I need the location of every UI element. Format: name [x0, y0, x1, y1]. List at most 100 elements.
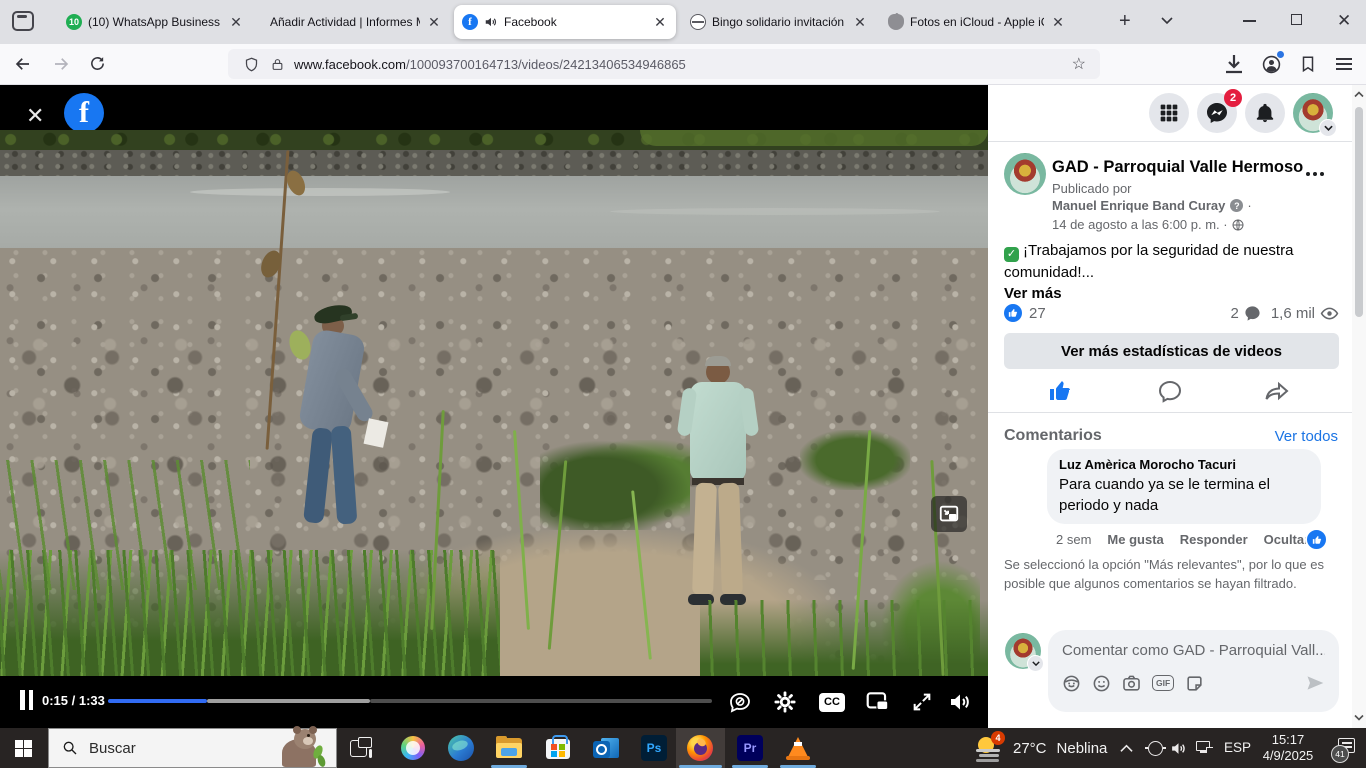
- video-stats-button[interactable]: Ver más estadísticas de videos: [1004, 333, 1339, 369]
- tab-close-icon[interactable]: ✕: [228, 14, 244, 31]
- fullscreen-icon[interactable]: [908, 688, 936, 716]
- tab-informes[interactable]: Añadir Actividad | Informes Mens ✕: [256, 5, 450, 39]
- forward-icon[interactable]: [52, 55, 70, 73]
- volume-tray-icon[interactable]: [1170, 740, 1187, 757]
- comment-composer[interactable]: Comentar como GAD - Parroquial Vall... G…: [1048, 630, 1339, 712]
- pip-icon[interactable]: [864, 688, 892, 716]
- back-icon[interactable]: [14, 55, 32, 73]
- notification-center-icon[interactable]: 41: [1333, 738, 1355, 758]
- window-maximize-button[interactable]: [1291, 14, 1302, 25]
- composer-avatar[interactable]: [1005, 633, 1041, 669]
- post-date[interactable]: 14 de agosto a las 6:00 p. m. ·: [1052, 217, 1228, 232]
- page-name[interactable]: GAD - Parroquial Valle Hermoso: [1052, 158, 1303, 177]
- pause-button[interactable]: [20, 690, 34, 710]
- gif-icon[interactable]: GIF: [1152, 675, 1174, 691]
- scrollbar-thumb[interactable]: [1355, 107, 1363, 317]
- comment-hide-link[interactable]: Ocultar: [1264, 532, 1310, 547]
- facebook-logo[interactable]: f: [64, 93, 104, 133]
- see-all-comments-link[interactable]: Ver todos: [1275, 428, 1338, 445]
- comment-reply-link[interactable]: Responder: [1180, 532, 1248, 547]
- vlc-icon[interactable]: [785, 735, 811, 761]
- tab-close-icon[interactable]: ✕: [426, 14, 442, 31]
- volume-icon[interactable]: [946, 688, 974, 716]
- tab-close-icon[interactable]: ✕: [852, 14, 868, 31]
- firefox-icon[interactable]: [687, 735, 713, 761]
- comment-bubble[interactable]: Luz Amèrica Morocho Tacuri Para cuando y…: [1047, 449, 1321, 524]
- menu-hamburger-icon[interactable]: [1332, 52, 1356, 76]
- language-indicator[interactable]: ESP: [1224, 740, 1251, 755]
- page-scrollbar[interactable]: [1352, 85, 1366, 728]
- comments-disabled-icon[interactable]: [726, 688, 754, 716]
- tab-close-icon[interactable]: ✕: [652, 14, 668, 31]
- reload-icon[interactable]: [89, 55, 106, 72]
- settings-gear-icon[interactable]: [771, 688, 799, 716]
- window-minimize-button[interactable]: [1243, 20, 1256, 22]
- video-player[interactable]: ✕ f: [0, 85, 988, 728]
- new-tab-button[interactable]: +: [1119, 10, 1131, 33]
- comment-time[interactable]: 2 sem: [1056, 532, 1091, 547]
- copilot-icon[interactable]: [401, 736, 425, 760]
- firefox-view-icon[interactable]: [12, 11, 34, 31]
- progress-bar[interactable]: [108, 676, 712, 728]
- comment-action-button[interactable]: [1158, 379, 1182, 408]
- view-count[interactable]: 1,6 mil: [1271, 305, 1315, 322]
- apps-grid-button[interactable]: [1149, 93, 1189, 133]
- camera-icon[interactable]: [1122, 674, 1141, 693]
- outlook-icon[interactable]: [593, 735, 619, 761]
- tab-close-icon[interactable]: ✕: [1050, 14, 1066, 31]
- commenter-avatar[interactable]: [1005, 453, 1037, 485]
- like-reaction-icon[interactable]: [1004, 304, 1022, 322]
- taskbar-search[interactable]: Buscar: [48, 728, 337, 768]
- comment-count[interactable]: 2: [1230, 305, 1238, 322]
- shield-icon[interactable]: [244, 56, 259, 73]
- library-icon[interactable]: [1296, 52, 1320, 76]
- like-action-button[interactable]: [1048, 379, 1072, 408]
- url-bar[interactable]: www.facebook.com/100093700164713/videos/…: [228, 49, 1100, 79]
- start-button[interactable]: [15, 740, 32, 757]
- see-more-link[interactable]: Ver más: [1004, 283, 1334, 304]
- task-view-icon[interactable]: [350, 737, 372, 759]
- emoji-icon[interactable]: [1092, 674, 1111, 693]
- download-icon[interactable]: [1222, 52, 1246, 76]
- weather-widget[interactable]: 4 27°C Neblina: [975, 732, 1125, 764]
- like-count[interactable]: 27: [1029, 305, 1046, 322]
- tab-list-chevron-icon[interactable]: [1160, 16, 1174, 26]
- ms-store-icon[interactable]: [545, 735, 571, 761]
- commenter-name[interactable]: Luz Amèrica Morocho Tacuri: [1059, 457, 1309, 472]
- comment-like-badge[interactable]: [1305, 528, 1328, 551]
- bookmark-star-icon[interactable]: ☆: [1072, 54, 1086, 74]
- tab-audio-icon[interactable]: [484, 15, 498, 29]
- profile-avatar[interactable]: [1293, 93, 1333, 133]
- meet-now-icon[interactable]: [1148, 741, 1163, 756]
- comment-like-link[interactable]: Me gusta: [1107, 532, 1163, 547]
- page-avatar[interactable]: [1004, 153, 1046, 195]
- tab-whatsapp[interactable]: 10 (10) WhatsApp Business ✕: [58, 5, 252, 39]
- tab-facebook-active[interactable]: f Facebook ✕: [454, 5, 676, 39]
- file-explorer-icon[interactable]: [496, 735, 522, 761]
- tab-bingo[interactable]: Bingo solidario invitación ✕: [682, 5, 876, 39]
- post-more-button[interactable]: [1297, 156, 1333, 192]
- lock-icon[interactable]: [271, 57, 284, 72]
- avatar-sticker-icon[interactable]: [1062, 674, 1081, 693]
- edge-icon[interactable]: [448, 735, 474, 761]
- close-video-icon[interactable]: ✕: [26, 103, 44, 129]
- scroll-down-icon[interactable]: [1354, 714, 1364, 721]
- tab-icloud[interactable]: Fotos en iCloud - Apple iClou ✕: [880, 5, 1074, 39]
- account-icon[interactable]: [1259, 52, 1283, 76]
- photoshop-icon[interactable]: Ps: [641, 735, 667, 761]
- scroll-up-icon[interactable]: [1354, 91, 1364, 98]
- window-close-button[interactable]: ✕: [1337, 11, 1351, 31]
- sticker-icon[interactable]: [1185, 674, 1204, 693]
- notifications-bell-button[interactable]: [1245, 93, 1285, 133]
- tray-chevron-icon[interactable]: [1120, 744, 1133, 753]
- clock[interactable]: 15:17 4/9/2025: [1252, 732, 1324, 764]
- premiere-icon[interactable]: Pr: [737, 735, 763, 761]
- share-action-button[interactable]: [1264, 379, 1290, 408]
- closed-captions-icon[interactable]: CC: [818, 688, 846, 716]
- network-icon[interactable]: [1196, 741, 1213, 755]
- url-text: www.facebook.com/100093700164713/videos/…: [294, 57, 686, 72]
- author-name[interactable]: Manuel Enrique Band Curay: [1052, 198, 1225, 213]
- pip-mini-icon[interactable]: [931, 496, 967, 532]
- send-icon[interactable]: [1305, 673, 1325, 693]
- messenger-button[interactable]: 2: [1197, 93, 1237, 133]
